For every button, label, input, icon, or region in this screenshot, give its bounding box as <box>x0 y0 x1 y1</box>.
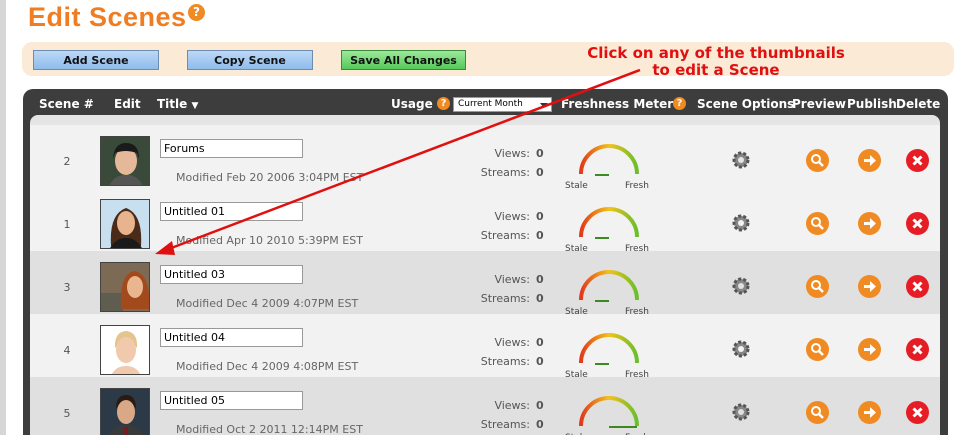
views-count: 0 <box>536 210 544 223</box>
publish-arrow-icon[interactable] <box>858 338 881 361</box>
dropdown-arrow-icon <box>540 103 548 108</box>
views-count: 0 <box>536 336 544 349</box>
streams-count: 0 <box>536 166 544 179</box>
table-row: 5 Untitled 05 Modified Oct 2 2011 12:14P… <box>30 377 940 435</box>
header-freshness: Freshness Meter <box>561 97 674 111</box>
publish-arrow-icon[interactable] <box>858 212 881 235</box>
modified-date: Modified Dec 4 2009 4:07PM EST <box>176 297 359 310</box>
scene-options-gear-icon[interactable] <box>730 338 752 360</box>
scene-options-gear-icon[interactable] <box>730 401 752 423</box>
help-icon[interactable]: ? <box>188 4 205 21</box>
scenes-table-body: 2 Forums Modified Feb 20 2006 3:04PM EST… <box>30 115 940 435</box>
scene-thumbnail[interactable] <box>100 199 150 249</box>
freshness-meter: Stale Fresh <box>565 329 665 380</box>
delete-x-icon[interactable] <box>906 338 929 361</box>
preview-magnifier-icon[interactable] <box>806 338 829 361</box>
sort-down-icon: ▼ <box>191 101 199 111</box>
views-count: 0 <box>536 399 544 412</box>
views-count: 0 <box>536 273 544 286</box>
scene-thumbnail[interactable] <box>100 136 150 186</box>
scene-thumbnail[interactable] <box>100 262 150 312</box>
annotation-line-1: Click on any of the thumbnails <box>587 44 845 62</box>
streams-count: 0 <box>536 418 544 431</box>
streams-label: Streams: <box>480 166 530 179</box>
scene-title-input[interactable]: Forums <box>160 139 303 158</box>
table-row: 2 Forums Modified Feb 20 2006 3:04PM EST… <box>30 125 940 191</box>
streams-label: Streams: <box>480 229 530 242</box>
usage-period-select[interactable]: Current Month <box>453 97 552 112</box>
modified-date: Modified Feb 20 2006 3:04PM EST <box>176 171 364 184</box>
copy-scene-button[interactable]: Copy Scene <box>187 50 313 70</box>
header-title[interactable]: Title ▼ <box>157 97 198 111</box>
scene-title-input[interactable]: Untitled 05 <box>160 391 303 410</box>
preview-magnifier-icon[interactable] <box>806 275 829 298</box>
table-row: 1 Untitled 01 Modified Apr 10 2010 5:39P… <box>30 188 940 254</box>
streams-label: Streams: <box>480 355 530 368</box>
modified-date: Modified Dec 4 2009 4:08PM EST <box>176 360 359 373</box>
save-all-changes-button[interactable]: Save All Changes <box>341 50 466 70</box>
scene-options-gear-icon[interactable] <box>730 275 752 297</box>
scene-title-input[interactable]: Untitled 03 <box>160 265 303 284</box>
streams-count: 0 <box>536 292 544 305</box>
freshness-meter: Stale Fresh <box>565 392 665 435</box>
publish-arrow-icon[interactable] <box>858 275 881 298</box>
publish-arrow-icon[interactable] <box>858 149 881 172</box>
freshness-help-icon[interactable]: ? <box>673 97 686 110</box>
modified-date: Modified Oct 2 2011 12:14PM EST <box>176 423 363 435</box>
table-row: 3 Untitled 03 Modified Dec 4 2009 4:07PM… <box>30 251 940 317</box>
scene-number: 3 <box>63 281 71 294</box>
add-scene-button[interactable]: Add Scene <box>33 50 159 70</box>
header-publish: Publish <box>847 97 897 111</box>
scene-title-input[interactable]: Untitled 04 <box>160 328 303 347</box>
preview-magnifier-icon[interactable] <box>806 212 829 235</box>
usage-help-icon[interactable]: ? <box>437 97 450 110</box>
header-preview: Preview <box>792 97 847 111</box>
views-label: Views: <box>494 273 530 286</box>
scene-thumbnail[interactable] <box>100 325 150 375</box>
views-label: Views: <box>494 399 530 412</box>
header-edit: Edit <box>114 97 141 111</box>
views-label: Views: <box>494 210 530 223</box>
scene-number: 4 <box>63 344 71 357</box>
streams-count: 0 <box>536 229 544 242</box>
header-scene-options: Scene Options <box>697 97 795 111</box>
scene-number: 1 <box>63 218 71 231</box>
preview-magnifier-icon[interactable] <box>806 149 829 172</box>
publish-arrow-icon[interactable] <box>858 401 881 424</box>
delete-x-icon[interactable] <box>906 212 929 235</box>
streams-label: Streams: <box>480 292 530 305</box>
header-scene-num: Scene # <box>39 97 94 111</box>
table-row: 4 Untitled 04 Modified Dec 4 2009 4:08PM… <box>30 314 940 380</box>
scene-title-input[interactable]: Untitled 01 <box>160 202 303 221</box>
streams-label: Streams: <box>480 418 530 431</box>
streams-count: 0 <box>536 355 544 368</box>
scene-options-gear-icon[interactable] <box>730 212 752 234</box>
header-delete: Delete <box>896 97 941 111</box>
freshness-meter: Stale Fresh <box>565 266 665 317</box>
scene-number: 5 <box>63 407 71 420</box>
delete-x-icon[interactable] <box>906 275 929 298</box>
views-count: 0 <box>536 147 544 160</box>
freshness-meter: Stale Fresh <box>565 203 665 254</box>
annotation-callout: Click on any of the thumbnails to edit a… <box>566 45 866 79</box>
page-title: Edit Scenes <box>28 2 187 32</box>
views-label: Views: <box>494 147 530 160</box>
delete-x-icon[interactable] <box>906 149 929 172</box>
delete-x-icon[interactable] <box>906 401 929 424</box>
scene-thumbnail[interactable] <box>100 388 150 435</box>
header-usage: Usage <box>391 97 433 111</box>
views-label: Views: <box>494 336 530 349</box>
modified-date: Modified Apr 10 2010 5:39PM EST <box>176 234 363 247</box>
freshness-meter: Stale Fresh <box>565 140 665 191</box>
scene-number: 2 <box>63 155 71 168</box>
scene-options-gear-icon[interactable] <box>730 149 752 171</box>
preview-magnifier-icon[interactable] <box>806 401 829 424</box>
left-border <box>0 0 6 435</box>
annotation-line-2: to edit a Scene <box>652 61 780 79</box>
